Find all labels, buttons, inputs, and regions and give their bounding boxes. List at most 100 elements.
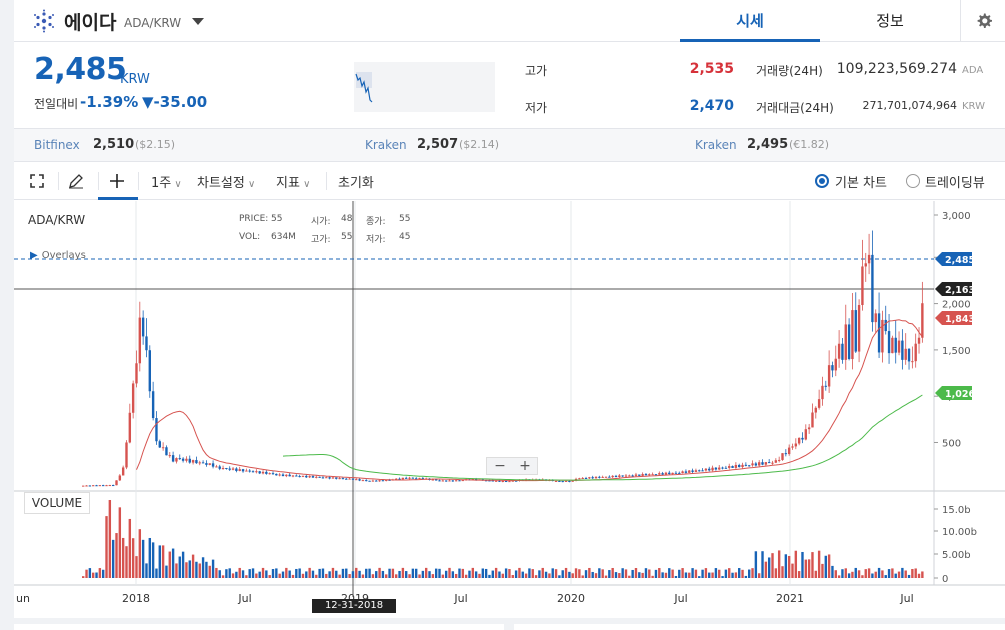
volume-bar bbox=[844, 568, 847, 578]
period-select[interactable]: 1주 ∨ bbox=[151, 172, 182, 191]
volume-bar bbox=[308, 567, 311, 578]
volume-bar bbox=[638, 572, 641, 578]
exchange-name[interactable]: Bitfinex bbox=[34, 138, 80, 152]
candle-body bbox=[701, 470, 704, 472]
volume-bar bbox=[351, 571, 355, 578]
volume-bar bbox=[731, 572, 734, 578]
chevron-down-icon: ∨ bbox=[244, 179, 256, 190]
candle-body bbox=[218, 466, 221, 469]
candle-body bbox=[757, 462, 761, 466]
volume-bar bbox=[271, 569, 275, 578]
candle-body bbox=[681, 471, 684, 474]
ohlc-close-label: 종가: bbox=[366, 217, 386, 227]
ohlc-price-value: 55 bbox=[271, 214, 283, 224]
volume-bar bbox=[594, 573, 598, 578]
volume-bar bbox=[681, 568, 684, 578]
amount-24h-unit: KRW bbox=[962, 101, 985, 112]
volume-bar bbox=[285, 567, 288, 578]
fullscreen-icon[interactable] bbox=[30, 174, 44, 188]
tab-quote[interactable]: 시세 bbox=[680, 0, 820, 42]
ma-long-line bbox=[282, 394, 923, 481]
pencil-draw-icon[interactable] bbox=[68, 173, 84, 189]
volume-bar bbox=[321, 568, 325, 578]
zoom-out-button[interactable]: − bbox=[488, 458, 512, 474]
candle-body bbox=[201, 462, 205, 464]
price-axis-tick-label: 1,500 bbox=[942, 346, 971, 357]
crosshair-icon[interactable] bbox=[109, 173, 125, 189]
volume-bar bbox=[827, 554, 831, 578]
tab-info[interactable]: 정보 bbox=[820, 0, 960, 42]
price-chart-area[interactable]: un2018Jul2019Jul2020Jul2021Jul3,0002,500… bbox=[14, 201, 1005, 613]
basic-chart-label[interactable]: 기본 차트 bbox=[835, 172, 887, 191]
indicators-menu[interactable]: 지표 ∨ bbox=[276, 172, 310, 191]
candle-body bbox=[797, 437, 801, 444]
candle-body bbox=[881, 319, 884, 353]
volume-bar bbox=[125, 546, 128, 578]
settings-button[interactable] bbox=[960, 0, 1005, 42]
candlestick-chart[interactable]: un2018Jul2019Jul2020Jul2021Jul3,0002,500… bbox=[14, 201, 1005, 613]
exchange-name[interactable]: Kraken bbox=[365, 138, 407, 152]
zoom-in-button[interactable]: + bbox=[513, 458, 537, 474]
volume-bar bbox=[338, 574, 341, 578]
current-price: 2,485 bbox=[34, 52, 127, 87]
volume-bar bbox=[205, 561, 208, 578]
candle-body bbox=[721, 467, 724, 469]
reset-button[interactable]: 초기화 bbox=[338, 172, 374, 191]
volume-panel-button[interactable]: VOLUME bbox=[24, 492, 90, 514]
price-tag-label: 2,163 bbox=[945, 285, 975, 296]
volume-bar bbox=[185, 562, 188, 578]
candle-body bbox=[914, 343, 917, 362]
candle-body bbox=[714, 467, 718, 470]
tradingview-radio[interactable] bbox=[906, 174, 920, 188]
overlays-toggle[interactable]: ▶ Overlays bbox=[30, 250, 86, 261]
volume-bar bbox=[82, 576, 85, 578]
candle-body bbox=[674, 472, 678, 474]
candle-body bbox=[95, 485, 98, 487]
candle-body bbox=[751, 463, 754, 466]
volume-bar bbox=[118, 507, 122, 578]
candle-body bbox=[654, 474, 658, 476]
volume-bar bbox=[564, 567, 568, 578]
volume-bar bbox=[258, 571, 261, 578]
volume-bar bbox=[355, 567, 358, 578]
chart-settings-menu[interactable]: 차트설정 ∨ bbox=[197, 172, 255, 191]
candle-body bbox=[834, 358, 837, 371]
candle-body bbox=[335, 477, 338, 479]
change-label: 전일대비 bbox=[34, 97, 79, 111]
candle-body bbox=[851, 310, 854, 360]
exchange-name[interactable]: Kraken bbox=[695, 138, 737, 152]
volume-bar bbox=[265, 570, 268, 578]
ohlc-price-label: PRICE: bbox=[239, 214, 269, 224]
volume-bar bbox=[261, 567, 265, 578]
volume-bar bbox=[897, 571, 901, 578]
tradingview-label[interactable]: 트레이딩뷰 bbox=[925, 172, 985, 191]
page: 에이다 ADA/KRW 시세 정보 2,485 KRW 전일대비 -1.39% … bbox=[14, 0, 1005, 630]
volume-bar bbox=[708, 572, 711, 578]
candle-body bbox=[185, 458, 188, 461]
candle-body bbox=[228, 468, 231, 470]
volume-bar bbox=[385, 574, 388, 578]
volume-bar bbox=[777, 550, 781, 578]
candle-body bbox=[601, 476, 604, 478]
candle-body bbox=[678, 472, 681, 474]
volume-bar bbox=[191, 554, 195, 578]
basic-chart-radio[interactable] bbox=[815, 174, 829, 188]
volume-bar bbox=[395, 574, 398, 578]
candle-body bbox=[251, 471, 255, 473]
volume-bar bbox=[907, 574, 911, 578]
coin-dropdown-icon[interactable] bbox=[191, 14, 205, 28]
volume-bar bbox=[424, 567, 428, 578]
change-percent: -1.39% bbox=[80, 93, 139, 111]
volume-bar bbox=[738, 568, 741, 578]
candle-body bbox=[568, 480, 571, 482]
volume-bar bbox=[814, 570, 817, 578]
candle-body bbox=[891, 337, 894, 354]
volume-bar bbox=[718, 569, 721, 578]
candle-body bbox=[594, 476, 598, 479]
volume-bar bbox=[891, 568, 894, 578]
price-tag-label: 2,485 bbox=[945, 255, 975, 266]
candle-body bbox=[804, 429, 808, 440]
volume-bar bbox=[598, 568, 601, 578]
volume-bar bbox=[574, 568, 578, 578]
candle-body bbox=[168, 455, 171, 457]
